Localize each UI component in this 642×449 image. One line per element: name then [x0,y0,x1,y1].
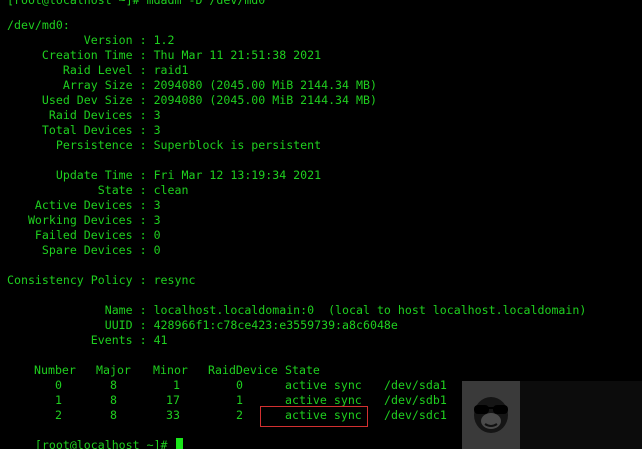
status-state: State : clean [7,183,189,197]
column-header-state: State [285,363,320,377]
cell-device-path: /dev/sdb1 [384,393,447,407]
cell-raiddevice: 2 [236,408,243,422]
cell-major: 8 [110,378,117,392]
text-cursor [175,438,183,449]
info-used-dev-size: Used Dev Size : 2094080 (2045.00 MiB 214… [7,93,377,107]
identity-events: Events : 41 [7,333,168,347]
avatar-overlay [462,381,642,449]
command-line-partial: [root@localhost ~]# mdadm -D /dev/md0 [7,0,266,7]
status-failed-devices: Failed Devices : 0 [7,228,161,242]
cell-raiddevice: 1 [236,393,243,407]
cell-number: 2 [55,408,62,422]
device-table-header: Number Major Minor RaidDevice State [7,363,627,378]
info-raid-devices: Raid Devices : 3 [7,108,161,122]
status-update-time: Update Time : Fri Mar 12 13:19:34 2021 [7,168,322,182]
status-working-devices: Working Devices : 3 [7,213,161,227]
info-total-devices: Total Devices : 3 [7,123,161,137]
cell-minor: 1 [173,378,180,392]
avatar-face-icon [474,397,508,433]
cell-major: 8 [110,408,117,422]
column-header-minor: Minor [153,363,188,377]
info-version: Version : 1.2 [7,33,175,47]
info-raid-level: Raid Level : raid1 [7,63,189,77]
identity-uuid: UUID : 428966f1:c78ce423:e3559739:a8c604… [7,318,398,332]
shell-prompt: [root@localhost ~]# [34,438,175,449]
cell-device-path: /dev/sdc1 [384,408,447,422]
terminal-window[interactable]: [root@localhost ~]# mdadm -D /dev/md0 /d… [0,0,642,449]
device-header: /dev/md0: [7,18,70,32]
cell-minor: 17 [166,393,180,407]
highlight-box [260,406,368,427]
shell-prompt-line[interactable]: [root@localhost ~]# [7,423,183,449]
cell-device-path: /dev/sda1 [384,378,447,392]
cell-raiddevice: 0 [236,378,243,392]
info-persistence: Persistence : Superblock is persistent [7,138,322,152]
cell-number: 1 [55,393,62,407]
cell-major: 8 [110,393,117,407]
cell-minor: 33 [166,408,180,422]
info-creation-time: Creation Time : Thu Mar 11 21:51:38 2021 [7,48,322,62]
column-header-major: Major [96,363,131,377]
column-header-number: Number [34,363,76,377]
info-array-size: Array Size : 2094080 (2045.00 MiB 2144.3… [7,78,377,92]
status-spare-devices: Spare Devices : 0 [7,243,161,257]
identity-name: Name : localhost.localdomain:0 (local to… [7,303,587,317]
avatar [462,381,520,449]
cell-state: active sync [285,378,362,392]
cell-number: 0 [55,378,62,392]
status-active-devices: Active Devices : 3 [7,198,161,212]
consistency-policy: Consistency Policy : resync [7,273,196,287]
column-header-raiddevice: RaidDevice [208,363,278,377]
